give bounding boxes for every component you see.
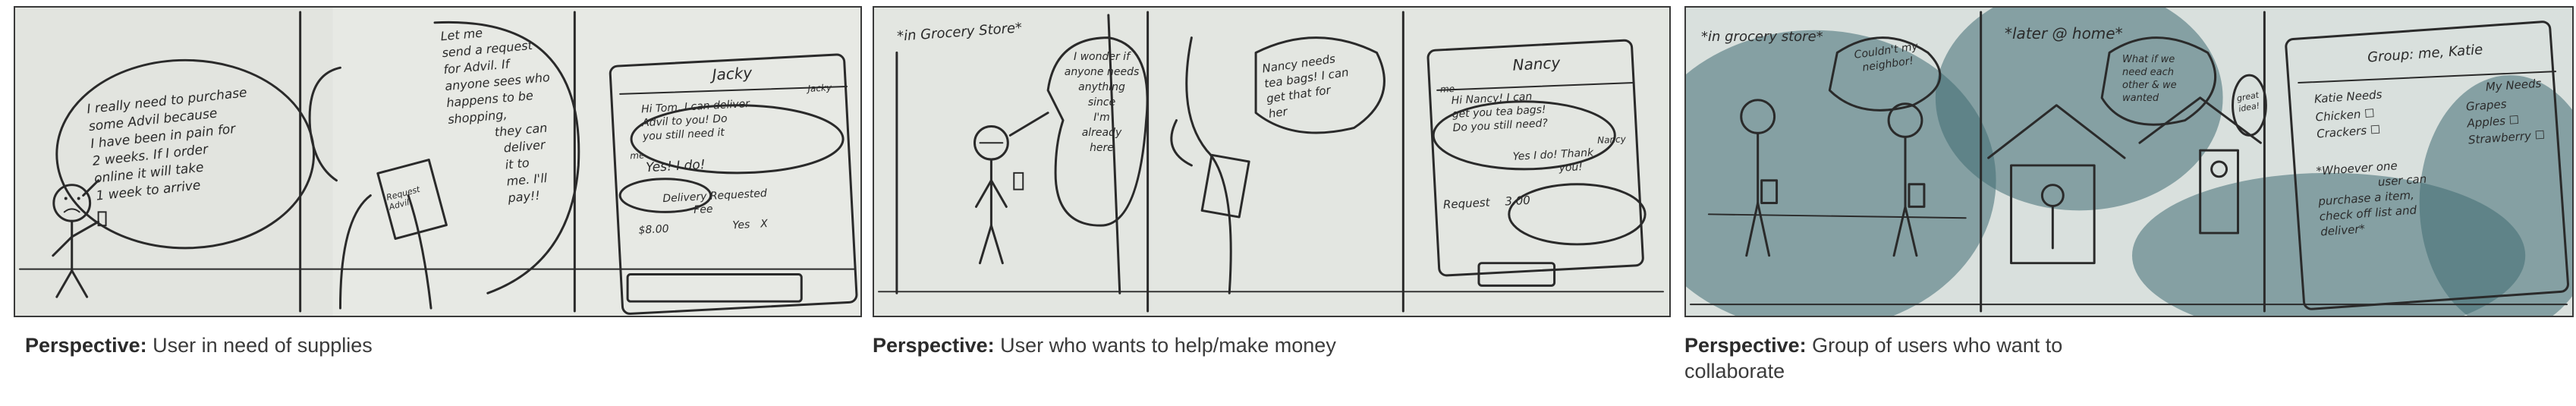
frame-1-note: *in grocery store* [1701, 29, 1823, 45]
frame-2-speech: Let me send a request for Advil. If anyo… [439, 25, 551, 206]
frame-2-note: *later @ home* [2005, 24, 2123, 42]
storyboard-2-image: *in Grocery Store* I wonder if anyone ne… [873, 6, 1671, 317]
storyboard-1-image: I really need to purchase some Advil bec… [14, 6, 862, 317]
frame-3-phone: Jacky Jacky Hi Tom, I can deliver Advil … [618, 58, 854, 237]
frame-1-speech: I really need to purchase some Advil bec… [86, 85, 248, 204]
storyboard-3: *in grocery store* Couldn't my neighbor!… [1677, 0, 2576, 406]
frame-1-thought: I wonder if anyone needs anything since … [1064, 51, 1140, 154]
frame-2-thought: What if we need each other & we wanted [2122, 54, 2177, 104]
price-field[interactable]: $8.00 [638, 223, 669, 237]
frame-3-phone: Group: me, Katie Katie Needs My Needs Ch… [2296, 36, 2566, 240]
storyboard-1: I really need to purchase some Advil bec… [0, 0, 865, 406]
storyboard-1-caption: Perspective: User in need of supplies [25, 334, 373, 357]
storyboard-3-caption: Perspective: Group of users who want to … [1684, 334, 2063, 382]
frame-3-phone: Nancy me Hi Nancy! I can get you tea bag… [1436, 49, 1644, 211]
storyboard-2-caption: Perspective: User who wants to help/make… [873, 334, 1336, 357]
storyboard-2: *in Grocery Store* I wonder if anyone ne… [865, 0, 1677, 406]
storyboard-3-image: *in grocery store* Couldn't my neighbor!… [1684, 6, 2574, 317]
price-field[interactable]: 3.00 [1505, 194, 1530, 209]
decline-button[interactable]: X [760, 218, 768, 230]
katie-item-checkbox[interactable]: Crackers ☐ [2316, 121, 2381, 143]
